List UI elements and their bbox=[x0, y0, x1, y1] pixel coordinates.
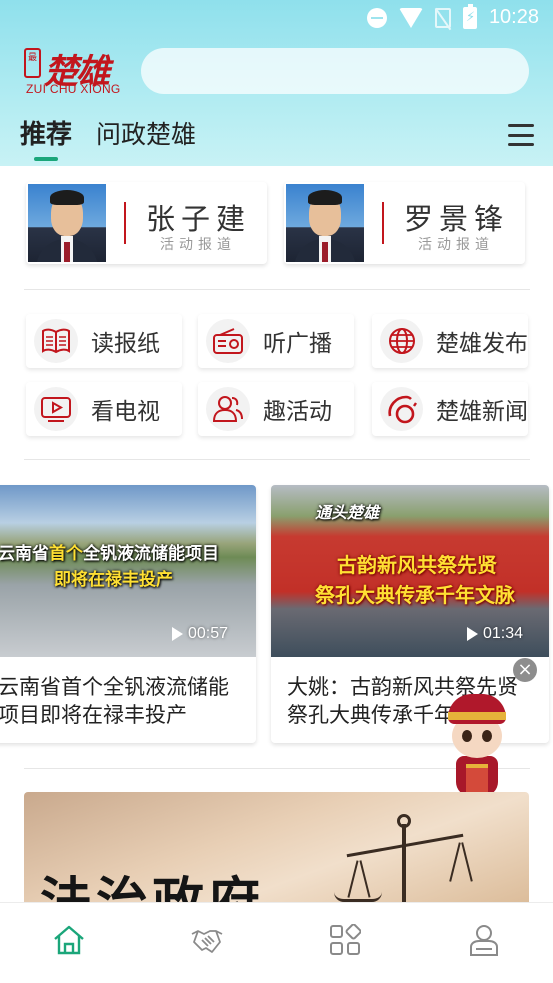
home-icon bbox=[54, 925, 84, 955]
leader-name: 罗景锋 bbox=[404, 202, 510, 236]
nav-home[interactable] bbox=[44, 915, 94, 965]
logo-subtitle: ZUI CHU XIONG bbox=[26, 82, 121, 96]
service-read-newspaper[interactable]: 读报纸 bbox=[26, 314, 182, 368]
service-listen-radio[interactable]: 听广播 bbox=[198, 314, 354, 368]
service-fun-activities[interactable]: 趣活动 bbox=[198, 382, 354, 436]
video-title: 云南省首个全钒液流储能 项目即将在禄丰投产 bbox=[0, 675, 229, 727]
service-chuxiong-release[interactable]: 楚雄发布 bbox=[372, 314, 528, 368]
play-icon bbox=[172, 627, 183, 641]
leader-divider bbox=[382, 202, 384, 244]
search-input[interactable] bbox=[141, 48, 529, 94]
leader-subtitle: 活动报道 bbox=[160, 237, 236, 253]
promo-banner[interactable]: 法治政府 bbox=[24, 792, 529, 917]
video-thumbnail: 云南省首个全钒液流储能项目 即将在禄丰投产 00:57 bbox=[0, 485, 256, 657]
service-watch-tv[interactable]: 看电视 bbox=[26, 382, 182, 436]
close-icon[interactable]: × bbox=[513, 658, 537, 682]
apps-grid-icon bbox=[330, 924, 361, 955]
leader-card-luo[interactable]: 罗景锋 活动报道 bbox=[284, 182, 525, 264]
thumbnail-caption: 云南省首个全钒液流储能项目 bbox=[0, 544, 219, 564]
people-icon bbox=[206, 387, 250, 431]
service-label: 楚雄新闻 bbox=[436, 399, 528, 425]
tab-recommend[interactable]: 推荐 bbox=[20, 114, 72, 161]
status-icons: ⚡ 10:28 bbox=[366, 3, 539, 29]
tv-play-icon bbox=[34, 387, 78, 431]
handshake-icon bbox=[191, 930, 223, 953]
battery-charging-icon: ⚡ bbox=[462, 3, 477, 29]
thumbnail-caption: 祭孔大典传承千年文脉 bbox=[315, 583, 515, 607]
leader-photo bbox=[28, 184, 106, 262]
leader-subtitle: 活动报道 bbox=[418, 237, 494, 253]
status-bar: ⚡ 10:28 bbox=[0, 0, 553, 38]
status-time: 10:28 bbox=[488, 6, 539, 28]
thumbnail-logo: 通头楚雄 bbox=[315, 503, 380, 522]
app-logo: 最 楚雄 ZUI CHU XIONG bbox=[24, 46, 130, 96]
news-logo-icon bbox=[380, 387, 423, 431]
leader-card-zhang[interactable]: 张子建 活动报道 bbox=[26, 182, 267, 264]
thumbnail-caption: 古韵新风共祭先贤 bbox=[337, 553, 497, 577]
header: ⚡ 10:28 最 楚雄 ZUI CHU XIONG 推荐 问政楚雄 bbox=[0, 0, 553, 166]
service-label: 读报纸 bbox=[91, 331, 160, 357]
play-icon bbox=[467, 627, 478, 641]
video-duration: 01:34 bbox=[467, 625, 523, 643]
section-divider bbox=[24, 289, 530, 290]
section-divider bbox=[24, 459, 530, 460]
logo-seal: 最 bbox=[24, 48, 41, 78]
leader-cards: 张子建 活动报道 罗景锋 活动报道 bbox=[26, 182, 528, 266]
video-duration: 00:57 bbox=[172, 625, 228, 643]
service-label: 楚雄发布 bbox=[436, 331, 528, 357]
no-sim-icon bbox=[434, 7, 451, 28]
tab-bar: 推荐 问政楚雄 bbox=[20, 114, 196, 161]
leader-divider bbox=[124, 202, 126, 244]
service-chuxiong-news[interactable]: 楚雄新闻 bbox=[372, 382, 528, 436]
service-label: 听广播 bbox=[263, 331, 332, 357]
user-profile-icon bbox=[470, 925, 498, 956]
leader-name: 张子建 bbox=[146, 202, 252, 236]
tab-wenzheng-chuxiong[interactable]: 问政楚雄 bbox=[96, 115, 196, 151]
radio-icon bbox=[206, 319, 250, 363]
thumbnail-caption: 即将在禄丰投产 bbox=[54, 570, 173, 590]
nav-profile[interactable] bbox=[459, 915, 509, 965]
leader-photo bbox=[286, 184, 364, 262]
menu-icon[interactable] bbox=[508, 124, 534, 146]
video-card[interactable]: 云南省首个全钒液流储能项目 即将在禄丰投产 00:57 云南省首个全钒液流储能 … bbox=[0, 485, 256, 743]
bottom-nav bbox=[0, 902, 553, 983]
nav-interaction[interactable] bbox=[182, 915, 232, 965]
do-not-disturb-icon bbox=[366, 7, 387, 28]
nav-services[interactable] bbox=[320, 915, 370, 965]
newspaper-icon bbox=[34, 319, 78, 363]
service-label: 看电视 bbox=[91, 399, 160, 425]
video-thumbnail: 通头楚雄 古韵新风共祭先贤 祭孔大典传承千年文脉 01:34 bbox=[271, 485, 549, 657]
globe-icon bbox=[380, 319, 423, 363]
wifi-icon bbox=[398, 7, 423, 28]
service-label: 趣活动 bbox=[263, 399, 332, 425]
